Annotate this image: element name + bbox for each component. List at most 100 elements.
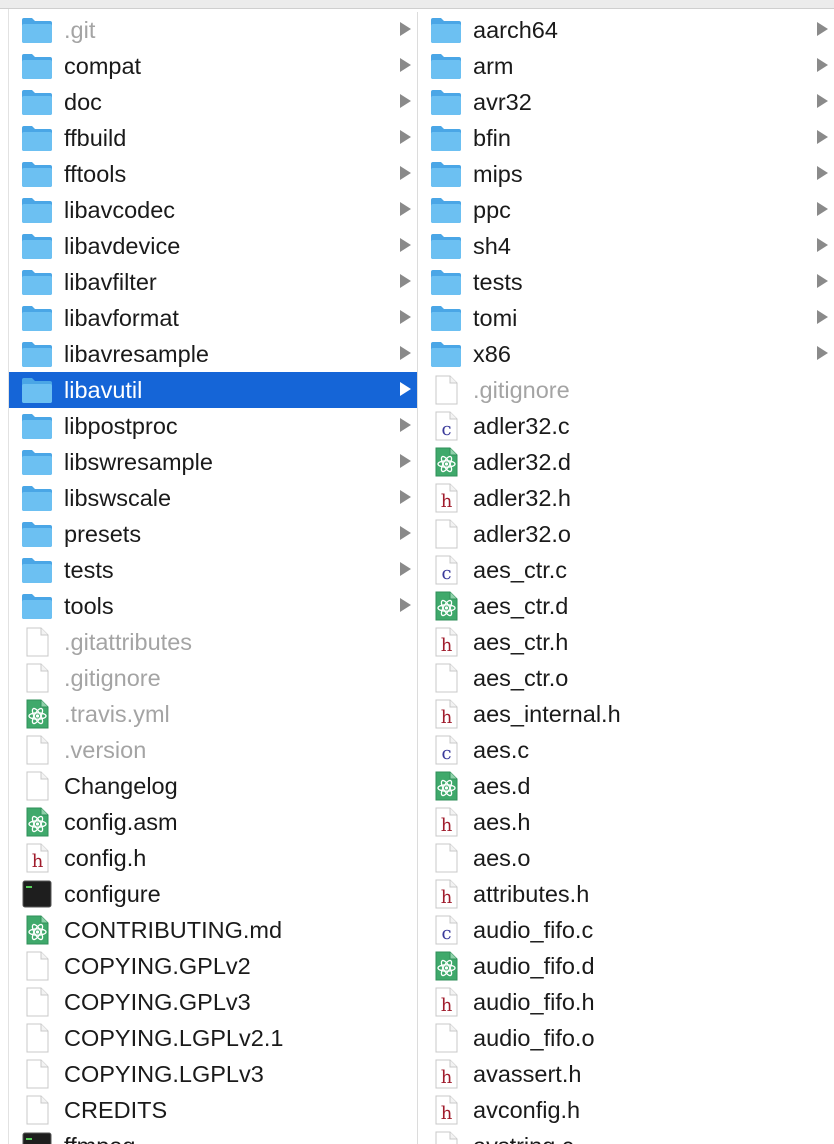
folder-row[interactable]: libavformat <box>9 300 417 336</box>
disclosure-arrow-icon <box>817 202 828 216</box>
folder-row[interactable]: libavfilter <box>9 264 417 300</box>
item-name: mips <box>473 161 523 187</box>
folder-row[interactable]: fftools <box>9 156 417 192</box>
item-name: attributes.h <box>473 881 590 907</box>
folder-icon <box>21 303 53 333</box>
item-name: aes_ctr.c <box>473 557 568 583</box>
folder-row[interactable]: libavresample <box>9 336 417 372</box>
folder-row[interactable]: tests <box>9 552 417 588</box>
header-file-icon: h <box>430 807 462 837</box>
file-row[interactable]: h aes_ctr.h <box>418 624 834 660</box>
folder-icon <box>430 339 462 369</box>
file-row[interactable]: aes_ctr.d <box>418 588 834 624</box>
file-row[interactable]: c aes.c <box>418 732 834 768</box>
file-row[interactable]: aes.d <box>418 768 834 804</box>
folder-row[interactable]: sh4 <box>418 228 834 264</box>
disclosure-arrow-icon <box>400 418 411 432</box>
disclosure-arrow-icon <box>817 238 828 252</box>
item-name: bfin <box>473 125 511 151</box>
folder-icon <box>430 159 462 189</box>
file-row[interactable]: audio_fifo.o <box>418 1020 834 1056</box>
file-row[interactable]: .gitattributes <box>9 624 417 660</box>
item-name: x86 <box>473 341 511 367</box>
item-name: Changelog <box>64 773 178 799</box>
file-row[interactable]: COPYING.GPLv2 <box>9 948 417 984</box>
folder-row[interactable]: x86 <box>418 336 834 372</box>
file-row[interactable]: c adler32.c <box>418 408 834 444</box>
file-row[interactable]: aes.o <box>418 840 834 876</box>
document-icon <box>21 951 53 981</box>
file-row[interactable]: h avconfig.h <box>418 1092 834 1128</box>
file-row[interactable]: CONTRIBUTING.md <box>9 912 417 948</box>
disclosure-arrow-icon <box>817 166 828 180</box>
folder-icon <box>21 447 53 477</box>
file-row[interactable]: h aes_internal.h <box>418 696 834 732</box>
file-row[interactable]: COPYING.LGPLv2.1 <box>9 1020 417 1056</box>
file-row[interactable]: ffmpeg <box>9 1128 417 1144</box>
file-row[interactable]: .gitignore <box>418 372 834 408</box>
file-row[interactable]: COPYING.GPLv3 <box>9 984 417 1020</box>
file-row[interactable]: CREDITS <box>9 1092 417 1128</box>
folder-icon <box>21 195 53 225</box>
c-source-file-icon: c <box>430 411 462 441</box>
file-row[interactable]: c avstring.c <box>418 1128 834 1144</box>
file-row[interactable]: .travis.yml <box>9 696 417 732</box>
folder-row[interactable]: libpostproc <box>9 408 417 444</box>
folder-row[interactable]: arm <box>418 48 834 84</box>
folder-row[interactable]: mips <box>418 156 834 192</box>
folder-row[interactable]: libavcodec <box>9 192 417 228</box>
column-libavutil[interactable]: aarch64 arm avr32 bfin mips ppc sh4 tests tomi x8… <box>418 12 834 1144</box>
file-row[interactable]: configure <box>9 876 417 912</box>
file-row[interactable]: h avassert.h <box>418 1056 834 1092</box>
file-row[interactable]: h attributes.h <box>418 876 834 912</box>
item-name: aes.h <box>473 809 531 835</box>
disclosure-arrow-icon <box>400 454 411 468</box>
item-name: audio_fifo.o <box>473 1025 595 1051</box>
folder-row[interactable]: doc <box>9 84 417 120</box>
file-row[interactable]: h audio_fifo.h <box>418 984 834 1020</box>
file-row[interactable]: COPYING.LGPLv3 <box>9 1056 417 1092</box>
disclosure-arrow-icon <box>817 346 828 360</box>
folder-row[interactable]: libavdevice <box>9 228 417 264</box>
disclosure-arrow-icon <box>400 238 411 252</box>
folder-row[interactable]: libswscale <box>9 480 417 516</box>
folder-row[interactable]: .git <box>9 12 417 48</box>
item-name: ppc <box>473 197 511 223</box>
folder-icon <box>430 267 462 297</box>
header-file-icon: h <box>430 483 462 513</box>
column-ffmpeg-root[interactable]: .git compat doc ffbuild fftools libavcodec lib… <box>9 12 418 1144</box>
folder-icon <box>21 519 53 549</box>
folder-row[interactable]: compat <box>9 48 417 84</box>
item-name: aes.d <box>473 773 531 799</box>
file-row[interactable]: h config.h <box>9 840 417 876</box>
folder-row[interactable]: bfin <box>418 120 834 156</box>
header-file-icon: h <box>430 627 462 657</box>
folder-row[interactable]: tests <box>418 264 834 300</box>
document-icon <box>21 1095 53 1125</box>
file-row[interactable]: adler32.d <box>418 444 834 480</box>
file-row[interactable]: audio_fifo.d <box>418 948 834 984</box>
folder-row[interactable]: presets <box>9 516 417 552</box>
file-row[interactable]: h adler32.h <box>418 480 834 516</box>
folder-row[interactable]: ppc <box>418 192 834 228</box>
folder-row[interactable]: ffbuild <box>9 120 417 156</box>
file-row[interactable]: c aes_ctr.c <box>418 552 834 588</box>
file-row[interactable]: Changelog <box>9 768 417 804</box>
file-row[interactable]: .version <box>9 732 417 768</box>
folder-row[interactable]: tomi <box>418 300 834 336</box>
disclosure-arrow-icon <box>817 130 828 144</box>
folder-row[interactable]: libavutil <box>9 372 417 408</box>
file-row[interactable]: c audio_fifo.c <box>418 912 834 948</box>
folder-row[interactable]: libswresample <box>9 444 417 480</box>
folder-row[interactable]: aarch64 <box>418 12 834 48</box>
file-row[interactable]: adler32.o <box>418 516 834 552</box>
item-name: libswresample <box>64 449 213 475</box>
folder-row[interactable]: avr32 <box>418 84 834 120</box>
file-row[interactable]: config.asm <box>9 804 417 840</box>
folder-row[interactable]: tools <box>9 588 417 624</box>
file-row[interactable]: .gitignore <box>9 660 417 696</box>
document-icon <box>430 375 462 405</box>
file-row[interactable]: h aes.h <box>418 804 834 840</box>
file-row[interactable]: aes_ctr.o <box>418 660 834 696</box>
item-name: libavutil <box>64 377 143 403</box>
